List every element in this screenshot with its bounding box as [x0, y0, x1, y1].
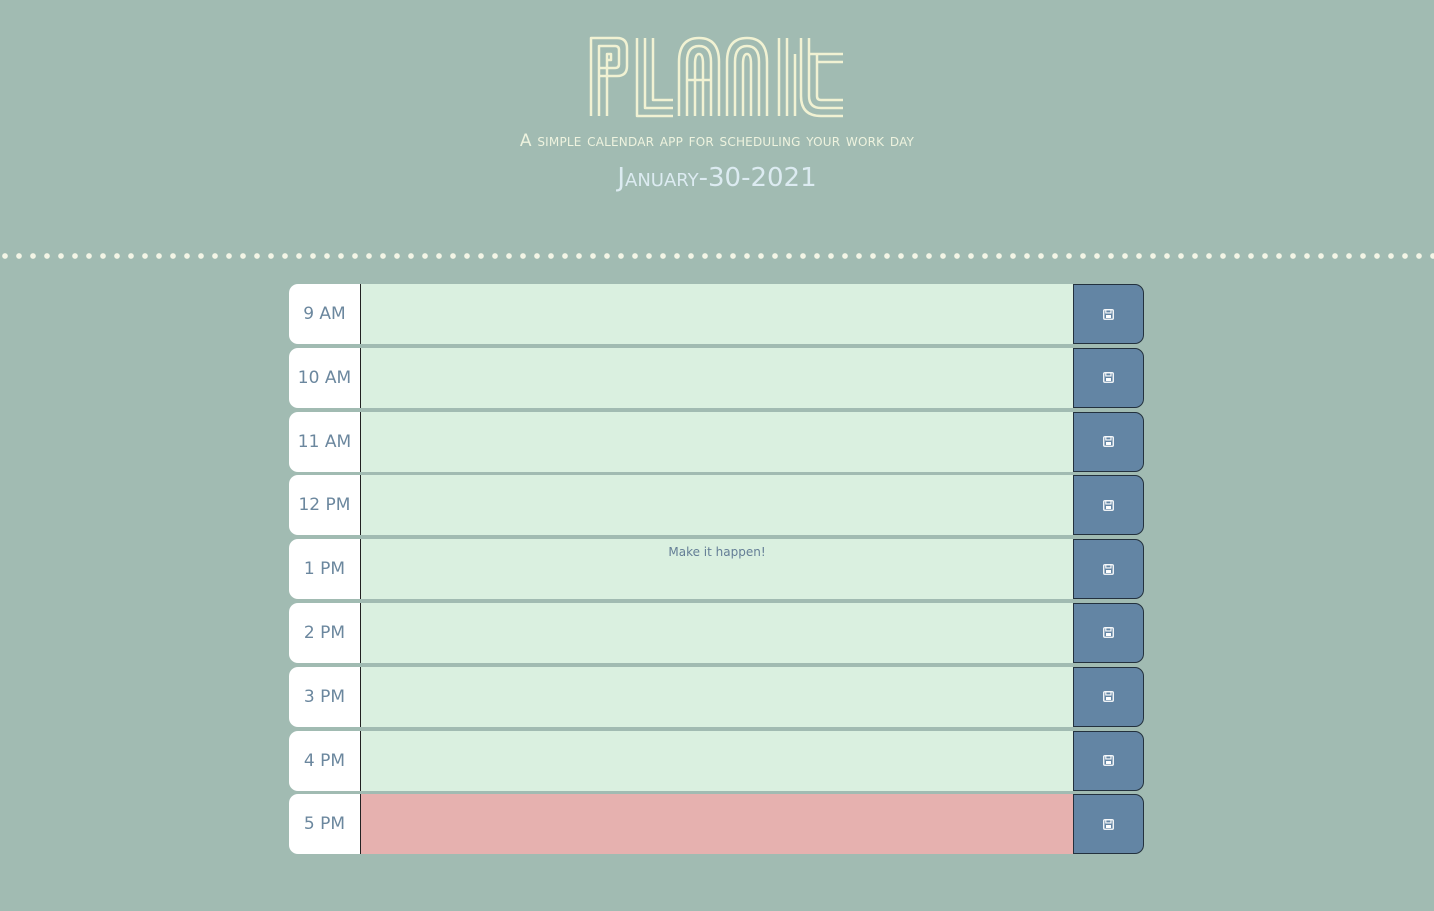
- hour-label: 9 AM: [289, 284, 361, 344]
- save-button[interactable]: [1073, 602, 1145, 663]
- save-icon: [1103, 372, 1114, 384]
- header: A simple calendar app for scheduling you…: [0, 0, 1434, 256]
- save-icon: [1103, 755, 1114, 766]
- hour-label: 2 PM: [289, 602, 361, 663]
- save-button[interactable]: [1073, 539, 1145, 600]
- task-input[interactable]: [360, 794, 1074, 855]
- tagline: A simple calendar app for scheduling you…: [519, 131, 915, 151]
- current-date: January-30-2021: [617, 163, 817, 193]
- save-icon: [1103, 818, 1114, 830]
- task-input[interactable]: [360, 602, 1074, 663]
- hour-row: 2 PM: [289, 602, 1145, 663]
- save-button[interactable]: [1073, 347, 1145, 408]
- save-icon: [1103, 627, 1114, 639]
- hour-label: 11 AM: [289, 411, 361, 472]
- app-logo: [0, 24, 1434, 124]
- save-button[interactable]: [1073, 730, 1145, 791]
- task-input[interactable]: [360, 475, 1074, 536]
- task-input[interactable]: Make it happen!: [360, 539, 1074, 600]
- save-icon: [1103, 499, 1114, 511]
- hour-row: 5 PM: [289, 794, 1145, 855]
- save-icon: [1103, 308, 1114, 320]
- save-button[interactable]: [1073, 666, 1145, 727]
- task-input[interactable]: [360, 284, 1074, 344]
- task-input[interactable]: [360, 411, 1074, 472]
- hour-label: 3 PM: [289, 666, 361, 727]
- hour-label: 1 PM: [289, 539, 361, 600]
- hour-label: 4 PM: [289, 730, 361, 791]
- hour-row: 4 PM: [289, 730, 1145, 791]
- save-icon: [1103, 436, 1114, 447]
- planner: 9 AM 10 AM 11 AM 12 PM 1 PM Make it happen! 2 …: [289, 284, 1145, 858]
- hour-row: 1 PM Make it happen!: [289, 539, 1145, 600]
- save-icon: [1103, 691, 1114, 703]
- hour-row: 11 AM: [289, 411, 1145, 472]
- hour-row: 3 PM: [289, 666, 1145, 727]
- save-button[interactable]: [1073, 411, 1145, 472]
- hour-row: 9 AM: [289, 284, 1145, 344]
- hour-row: 12 PM: [289, 475, 1145, 536]
- hour-label: 12 PM: [289, 475, 361, 536]
- task-input[interactable]: [360, 666, 1074, 727]
- save-icon: [1103, 563, 1114, 575]
- hour-label: 10 AM: [289, 347, 361, 408]
- hour-row: 10 AM: [289, 347, 1145, 408]
- task-input[interactable]: [360, 730, 1074, 791]
- save-button[interactable]: [1073, 475, 1145, 536]
- hour-label: 5 PM: [289, 794, 361, 855]
- task-input[interactable]: [360, 347, 1074, 408]
- save-button[interactable]: [1073, 284, 1145, 344]
- save-button[interactable]: [1073, 794, 1145, 855]
- dotted-divider: [0, 251, 1434, 261]
